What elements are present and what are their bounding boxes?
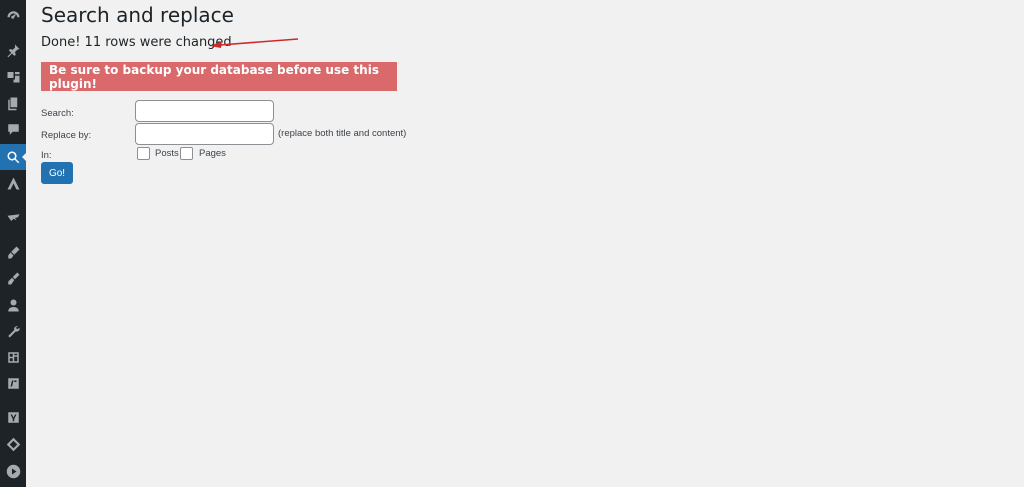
diamond-icon[interactable] [3, 434, 23, 454]
go-button[interactable]: Go! [41, 162, 73, 184]
plugin-icon[interactable] [3, 206, 23, 226]
search-replace-icon [3, 147, 23, 167]
posts-checkbox[interactable] [137, 147, 150, 160]
dashboard-icon[interactable] [3, 6, 23, 26]
snippet-icon[interactable] [3, 373, 23, 393]
search-input[interactable] [135, 100, 274, 122]
pin-icon[interactable] [3, 40, 23, 60]
sidebar-item-search-replace[interactable] [0, 144, 27, 170]
pages-checkbox[interactable] [180, 147, 193, 160]
media-icon[interactable] [3, 66, 23, 86]
users-icon[interactable] [3, 295, 23, 315]
appearance-icon[interactable] [3, 242, 23, 262]
annotation-arrow-icon [210, 38, 299, 48]
play-icon[interactable] [3, 461, 23, 481]
in-label: In: [41, 150, 52, 161]
posts-checkbox-label[interactable]: Posts [155, 148, 179, 159]
pages-icon[interactable] [3, 93, 23, 113]
replace-input[interactable] [135, 123, 274, 145]
comments-icon[interactable] [3, 119, 23, 139]
admin-sidebar [0, 0, 27, 487]
search-label: Search: [41, 108, 74, 119]
yoast-icon[interactable] [3, 407, 23, 427]
brush-icon[interactable] [3, 268, 23, 288]
result-message: Done! 11 rows were changed [41, 35, 232, 50]
page-title: Search and replace [41, 3, 234, 27]
replace-hint: (replace both title and content) [278, 128, 407, 139]
backup-warning-banner: Be sure to backup your database before u… [41, 62, 397, 91]
tools-icon[interactable] [3, 321, 23, 341]
replace-label: Replace by: [41, 130, 92, 141]
settings-icon[interactable] [3, 347, 23, 367]
astra-icon[interactable] [3, 173, 23, 193]
pages-checkbox-label[interactable]: Pages [199, 148, 226, 159]
